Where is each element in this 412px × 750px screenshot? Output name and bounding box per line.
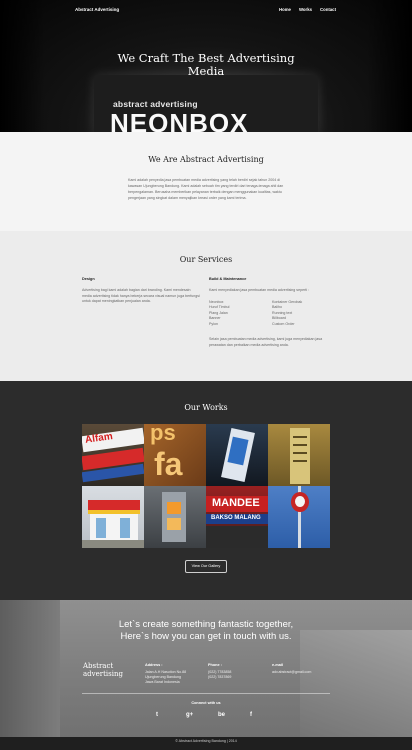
address-label: Address : — [145, 663, 163, 667]
about-body: Kami adalah penyedia jasa pembuatan medi… — [128, 178, 284, 200]
contact-title-line1: Let`s create something fantastic togethe… — [118, 619, 294, 630]
gallery-tile-pylon[interactable] — [206, 424, 268, 486]
contact-brand-line1: Abstract — [83, 662, 114, 670]
build-heading: Build & Maintenance — [209, 277, 247, 281]
phone-label: Phone : — [208, 663, 222, 667]
works-section: Our Works Alfam ps fa MANDEE BAKSO MALAN… — [0, 381, 412, 600]
gallery-tile-huruf-timbul[interactable]: ps fa — [144, 424, 206, 486]
services-title: Our Services — [179, 255, 233, 264]
contact-title: Let`s create something fantastic togethe… — [0, 619, 412, 643]
gallery-tile-mandee[interactable]: MANDEE BAKSO MALANG — [206, 486, 268, 548]
build-list-col2: Kontainer Gerobak Baliho Running text Bi… — [272, 300, 302, 327]
contact-brand-line2: advertising — [83, 670, 123, 678]
gallery-tile-alfamart-store[interactable] — [82, 486, 144, 548]
gallery-tile-alfamart-neonbox[interactable]: Alfam — [82, 424, 144, 486]
contact-brand: Abstract advertising — [83, 662, 123, 678]
sign-big-text: NEONBOX — [110, 108, 249, 132]
list-item: Custom Order — [272, 321, 295, 326]
behance-icon[interactable]: be — [218, 712, 225, 718]
email-label: e-mail — [272, 663, 283, 667]
view-gallery-button[interactable]: View Our Gallery — [185, 560, 227, 573]
gallery-tile-kfc[interactable] — [268, 486, 330, 548]
list-item: Pylon — [209, 321, 218, 326]
contact-section: Let`s create something fantastic togethe… — [0, 600, 412, 750]
email-value[interactable]: adv.abstract@gmail.com — [272, 670, 311, 675]
brand-link[interactable]: Abstract Advertising — [75, 7, 119, 12]
about-section: We Are Abstract Advertising Kami adalah … — [0, 132, 412, 231]
phone-line: (022) 7837869 — [208, 675, 232, 679]
hero-title: We Craft The Best Advertising Media — [0, 52, 412, 78]
twitter-icon[interactable]: t — [156, 712, 158, 718]
hero-title-line2: Media — [187, 64, 225, 78]
works-gallery: Alfam ps fa MANDEE BAKSO MALANG — [82, 424, 330, 548]
design-body: Advertising bagi kami adalah bagian dari… — [82, 288, 200, 303]
footer: © Abstract Advertising Bandung | 2014 — [0, 737, 412, 750]
nav-works-link[interactable]: Works — [299, 7, 312, 12]
address-value: Jalan A.H Nasution No.88 Ujungberung Ban… — [145, 670, 186, 685]
phone-value: (022) 7783858 (022) 7837869 — [208, 670, 231, 680]
facebook-icon[interactable]: f — [250, 712, 252, 718]
google-plus-icon[interactable]: g+ — [186, 712, 193, 718]
nav-links: Home Works Contact — [279, 7, 336, 12]
gallery-tile-plang[interactable] — [268, 424, 330, 486]
build-outro: Selain jasa pembuatan media advertising,… — [209, 337, 323, 347]
nav-contact-link[interactable]: Contact — [320, 7, 336, 12]
services-section: Our Services Design Advertising bagi kam… — [0, 231, 412, 381]
build-intro: Kami menyediakan jasa pembuatan media ad… — [209, 288, 310, 292]
hero-section: abstract advertising NEONBOX We Craft Th… — [0, 0, 412, 132]
build-list-col1: Neonbox Huruf Timbul Plang Jalan Banner … — [209, 300, 229, 327]
contact-title-line2: Here`s how you can get in touch with us. — [120, 631, 292, 642]
about-title: We Are Abstract Advertising — [148, 155, 264, 164]
design-heading: Design — [82, 277, 95, 281]
top-nav: Abstract Advertising Home Works Contact — [0, 0, 412, 18]
works-title: Our Works — [184, 403, 228, 412]
gallery-tile-huruf-timbul-2[interactable] — [144, 486, 206, 548]
nav-home-link[interactable]: Home — [279, 7, 291, 12]
address-line: Jawa Barat Indonesia — [145, 680, 180, 684]
contact-divider — [82, 693, 330, 694]
connect-label: Connect with us — [191, 701, 221, 705]
